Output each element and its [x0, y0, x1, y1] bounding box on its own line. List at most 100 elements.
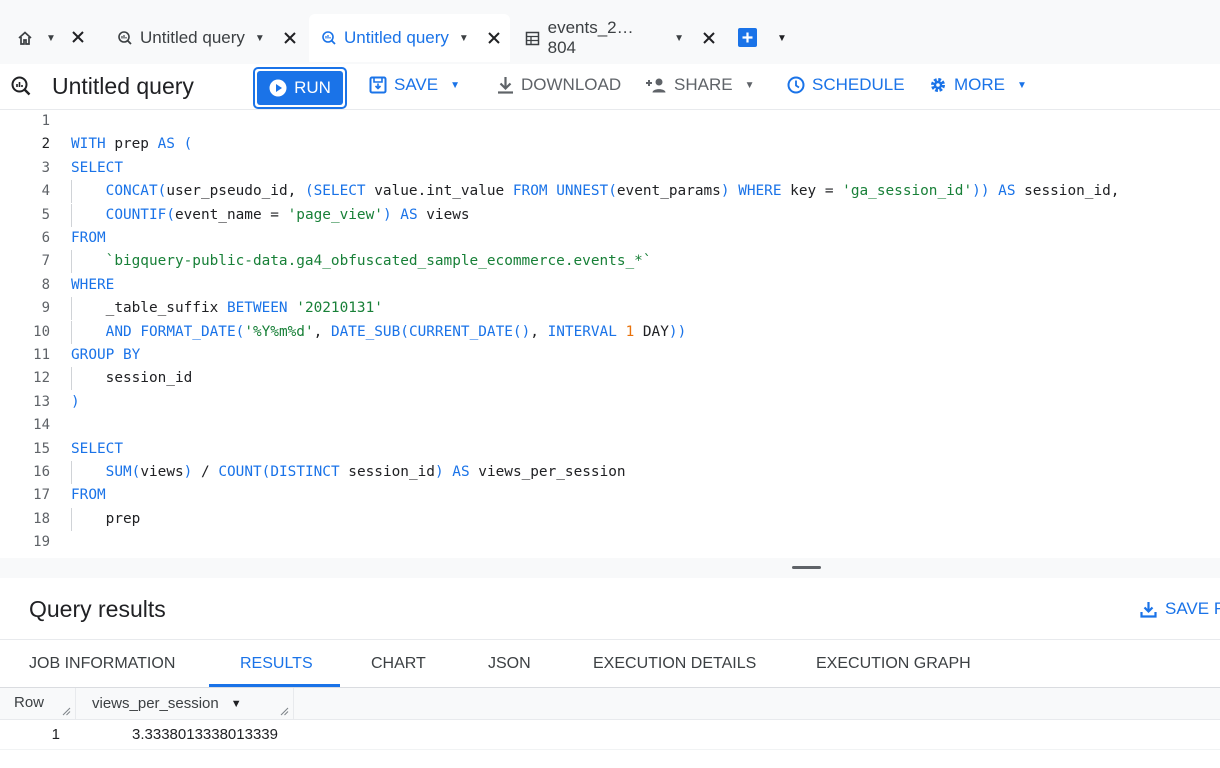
- results-header: Query results SAVE R: [0, 578, 1220, 640]
- line-number: 12: [33, 370, 50, 387]
- home-icon[interactable]: [17, 30, 33, 46]
- code-line[interactable]: 11 GROUP BY: [0, 344, 1220, 367]
- code-line[interactable]: 10 AND FORMAT_DATE('%Y%m%d', DATE_SUB(CU…: [0, 320, 1220, 344]
- row-number-cell: 1: [51, 726, 60, 743]
- code-text: SUM(views) / COUNT(DISTINCT session_id) …: [105, 464, 626, 480]
- column-header-row: Row: [0, 688, 76, 720]
- tab-results[interactable]: RESULTS: [240, 655, 313, 673]
- tab-chart[interactable]: CHART: [371, 655, 426, 673]
- code-text: CONCAT(user_pseudo_id, (SELECT value.int…: [105, 183, 1120, 200]
- column-resize-icon[interactable]: [62, 707, 71, 716]
- code-line[interactable]: 5 COUNTIF(event_name = 'page_view') AS v…: [0, 203, 1220, 227]
- code-line[interactable]: 9 _table_suffix BETWEEN '20210131': [0, 297, 1220, 321]
- tab-events-table[interactable]: events_2… 804 ▼: [516, 14, 716, 62]
- code-text: GROUP BY: [71, 347, 141, 363]
- code-line[interactable]: 4 CONCAT(user_pseudo_id, (SELECT value.i…: [0, 180, 1220, 204]
- table-header-row: Row views_per_session ▼: [0, 688, 1220, 720]
- code-text: SELECT: [71, 159, 123, 176]
- column-resize-icon[interactable]: [280, 707, 289, 716]
- close-tab-icon[interactable]: [283, 31, 297, 45]
- tab-menu-caret-icon[interactable]: ▼: [674, 33, 684, 44]
- code-line[interactable]: 14: [0, 414, 1220, 437]
- download-label: DOWNLOAD: [521, 75, 622, 94]
- column-header-views-per-session[interactable]: views_per_session ▼: [76, 688, 294, 720]
- tab-execution-graph[interactable]: EXECUTION GRAPH: [816, 655, 971, 673]
- line-number: 4: [41, 183, 50, 200]
- code-text: session_id: [71, 370, 193, 387]
- clock-icon: [787, 76, 805, 94]
- query-toolbar: Untitled query RUN SAVE ▼ DOWNLOAD SHARE…: [0, 64, 1220, 110]
- save-button[interactable]: SAVE ▼: [369, 75, 460, 95]
- code-text: ): [71, 393, 80, 410]
- sql-editor[interactable]: 1 2 WITH prep AS (3 SELECT 4 CONCAT(user_pse…: [0, 110, 1220, 558]
- line-number: 17: [33, 487, 50, 504]
- tab-execution-details[interactable]: EXECUTION DETAILS: [593, 655, 756, 673]
- code-line[interactable]: 12 session_id: [0, 367, 1220, 391]
- tab-label: Untitled query: [140, 28, 245, 47]
- play-icon: [269, 79, 287, 97]
- code-line[interactable]: 13): [0, 391, 1220, 414]
- download-icon: [498, 77, 513, 94]
- save-label: SAVE: [394, 75, 439, 94]
- share-dropdown-caret-icon[interactable]: ▼: [745, 80, 755, 91]
- drag-handle-icon[interactable]: [792, 566, 821, 569]
- code-text: WITH prep AS (: [71, 136, 193, 153]
- line-number: 9: [41, 300, 50, 317]
- line-number: 8: [41, 276, 50, 293]
- code-line[interactable]: 19: [0, 531, 1220, 554]
- tab-menu-caret-icon[interactable]: ▼: [459, 33, 469, 44]
- save-results-icon: [1140, 601, 1157, 618]
- tab-label: events_2… 804: [547, 18, 634, 57]
- gear-icon: [931, 78, 945, 92]
- more-label: MORE: [954, 75, 1005, 94]
- code-text: `bigquery-public-data.ga4_obfuscated_sam…: [105, 253, 652, 270]
- tab-json[interactable]: JSON: [488, 655, 531, 673]
- code-line[interactable]: 18 prep: [0, 507, 1220, 531]
- save-dropdown-caret-icon[interactable]: ▼: [450, 80, 460, 91]
- line-number: 13: [33, 393, 50, 410]
- table-row: 1 3.3338013338013339: [0, 720, 1220, 750]
- code-text: prep: [71, 510, 141, 527]
- tab-menu-caret-icon[interactable]: ▼: [255, 33, 265, 44]
- code-line[interactable]: 8 WHERE: [0, 274, 1220, 297]
- download-button[interactable]: DOWNLOAD: [497, 75, 621, 95]
- tab-untitled-query-2[interactable]: Untitled query ▼: [309, 14, 510, 62]
- code-line[interactable]: 1: [0, 110, 1220, 133]
- results-title: Query results: [29, 596, 166, 622]
- line-number: 1: [41, 113, 50, 129]
- query-icon: [10, 75, 32, 97]
- save-results-button[interactable]: SAVE R: [1140, 599, 1220, 619]
- share-button[interactable]: SHARE ▼: [645, 75, 754, 95]
- home-menu-caret-icon[interactable]: ▼: [46, 33, 56, 44]
- code-text: WHERE: [71, 276, 115, 293]
- new-tab-menu-caret-icon[interactable]: ▼: [777, 33, 787, 44]
- new-tab-plus-icon[interactable]: [738, 28, 757, 47]
- line-number: 16: [33, 464, 50, 480]
- more-button[interactable]: MORE ▼: [929, 75, 1027, 95]
- tab-untitled-query-1[interactable]: Untitled query ▼: [108, 14, 304, 62]
- code-line[interactable]: 17 FROM: [0, 484, 1220, 507]
- code-line[interactable]: 15 SELECT: [0, 438, 1220, 461]
- code-line[interactable]: 7 `bigquery-public-data.ga4_obfuscated_s…: [0, 250, 1220, 274]
- more-dropdown-caret-icon[interactable]: ▼: [1017, 80, 1027, 91]
- line-number: 15: [33, 440, 50, 457]
- table-icon: [524, 29, 542, 47]
- close-home-icon[interactable]: [71, 30, 85, 44]
- schedule-label: SCHEDULE: [812, 75, 905, 94]
- code-line[interactable]: 16 SUM(views) / COUNT(DISTINCT session_i…: [0, 461, 1220, 484]
- line-number: 11: [33, 347, 50, 363]
- column-header-label: Row: [14, 694, 45, 711]
- column-menu-caret-icon[interactable]: ▼: [231, 689, 242, 719]
- code-line[interactable]: 6 FROM: [0, 227, 1220, 250]
- code-text: FROM: [71, 230, 106, 246]
- run-label: RUN: [294, 78, 331, 97]
- save-icon: [369, 76, 387, 94]
- close-tab-icon[interactable]: [487, 31, 501, 45]
- schedule-button[interactable]: SCHEDULE: [787, 75, 905, 95]
- tab-job-information[interactable]: JOB INFORMATION: [29, 655, 175, 673]
- code-line[interactable]: 3 SELECT: [0, 157, 1220, 180]
- code-line[interactable]: 2 WITH prep AS (: [0, 133, 1220, 156]
- panel-resizer[interactable]: [0, 558, 1220, 578]
- close-tab-icon[interactable]: [702, 31, 716, 45]
- run-button[interactable]: RUN: [257, 71, 343, 105]
